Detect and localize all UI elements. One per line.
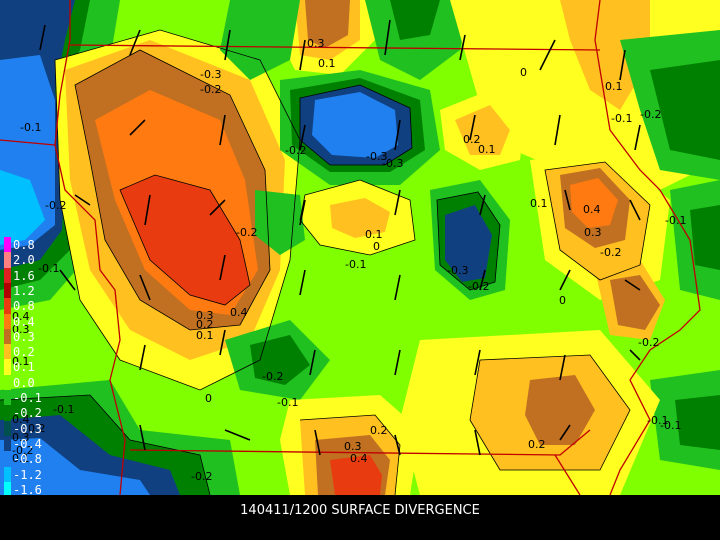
legend-label: -0.8 (13, 452, 42, 467)
legend-entry: 0.4 (4, 313, 50, 330)
legend-entry: -0.4 (4, 435, 50, 452)
contour-label: 0 (559, 294, 566, 307)
contour-label: -0.2 (285, 144, 306, 157)
legend-entry: -1.2 (4, 466, 50, 483)
contour-label: -0.2 (200, 83, 221, 96)
legend-entry: 0.2 (4, 344, 50, 361)
legend-swatch (4, 282, 11, 299)
legend-entry: -0.2 (4, 405, 50, 422)
legend-entry: 1.6 (4, 267, 50, 284)
legend-swatch (4, 466, 11, 483)
legend-swatch (4, 390, 11, 406)
contour-label: 0.4 (583, 203, 601, 216)
map-title: 140411/1200 SURFACE DIVERGENCE (240, 503, 480, 518)
contour-label: -0.2 (236, 226, 257, 239)
legend-label: -0.3 (13, 421, 42, 436)
contour-label: -0.3 (382, 157, 403, 170)
contour-label: 0.1 (478, 143, 496, 156)
legend-label: 0.3 (13, 329, 35, 344)
legend-entry: 2.0 (4, 252, 50, 269)
contour-label: -0.1 (20, 121, 41, 134)
contour-label: -0.1 (665, 214, 686, 227)
contour-label: 0.1 (196, 329, 214, 342)
contour-label: -0.3 (200, 68, 221, 81)
legend-swatch (4, 313, 11, 330)
contour-label: 0.1 (318, 57, 336, 70)
legend-swatch (4, 420, 11, 437)
legend-entry: 0.8 (4, 298, 50, 315)
legend-swatch (4, 405, 11, 422)
legend-entry: -0.8 (4, 451, 50, 468)
contour-label: -0.2 (600, 246, 621, 259)
contour-label: 0.4 (350, 452, 368, 465)
contour-label: 0.4 (230, 306, 248, 319)
legend-entry: 0.0 (4, 374, 50, 391)
legend-swatch (4, 451, 11, 468)
contour-label: -0.2 (191, 470, 212, 483)
legend-entry: 0.8 (4, 237, 50, 253)
divergence-map: 0.3 0.1 -0.3 -0.2 0 0.1 -0.1 -0.2 -0.2 -… (0, 0, 720, 495)
contour-label: 0.3 (307, 37, 325, 50)
legend-swatch (4, 359, 11, 376)
legend-label: 0.4 (13, 314, 35, 329)
contour-label: -0.1 (611, 112, 632, 125)
legend-label: 0.2 (13, 345, 35, 360)
legend-swatch (4, 344, 11, 361)
contour-label: 0.2 (370, 424, 388, 437)
legend-swatch (4, 267, 11, 284)
contour-label: -0.2 (640, 108, 661, 121)
legend-label: -0.1 (13, 391, 42, 405)
contour-label: -0.1 (53, 403, 74, 416)
legend-label: -0.4 (13, 436, 42, 451)
contour-label: -0.3 (447, 264, 468, 277)
legend-entry: 1.2 (4, 282, 50, 299)
legend-label: 0.1 (13, 360, 35, 375)
legend-label: 2.0 (13, 253, 35, 268)
contour-label: -0.2 (262, 370, 283, 383)
legend-swatch (4, 435, 11, 452)
legend-swatch (4, 252, 11, 269)
contour-label: -0.1 (277, 396, 298, 409)
contour-label: -0.1 (345, 258, 366, 271)
legend-label: 1.6 (13, 268, 35, 283)
legend-label: -0.2 (13, 406, 42, 421)
legend-entry: 0.3 (4, 328, 50, 345)
legend-label: 0.8 (13, 299, 35, 314)
contour-label: 0 (373, 240, 380, 253)
contour-label: -0.2 (45, 199, 66, 212)
contour-label: -0.2 (468, 280, 489, 293)
contour-label: 0.1 (530, 197, 548, 210)
legend-label: 0.8 (13, 238, 35, 252)
color-legend: 0.8 2.0 1.6 1.2 0.8 0.4 0.3 0.2 0.1 0.0 -0.1 -0.2 -0… (4, 237, 50, 514)
legend-swatch (4, 328, 11, 345)
contour-label: -0.1 (647, 414, 668, 427)
footer-bar: 140411/1200 SURFACE DIVERGENCE (0, 495, 720, 540)
legend-entry: -0.1 (4, 390, 50, 406)
legend-swatch (4, 298, 11, 315)
contour-label: 0.3 (584, 226, 602, 239)
legend-label: -1.2 (13, 467, 42, 482)
contour-region (675, 395, 720, 450)
legend-swatch (4, 237, 11, 253)
contour-label: 0 (205, 392, 212, 405)
legend-label: 0.0 (13, 375, 35, 390)
legend-entry: 0.1 (4, 359, 50, 376)
legend-label: 1.2 (13, 283, 35, 298)
legend-swatch (4, 374, 11, 391)
contour-label: 0 (520, 66, 527, 79)
contour-label: 0.2 (528, 438, 546, 451)
map-canvas: 0.3 0.1 -0.3 -0.2 0 0.1 -0.1 -0.2 -0.2 -… (0, 0, 720, 495)
legend-entry: -0.3 (4, 420, 50, 437)
contour-label: -0.2 (638, 336, 659, 349)
contour-label: 0.1 (605, 80, 623, 93)
